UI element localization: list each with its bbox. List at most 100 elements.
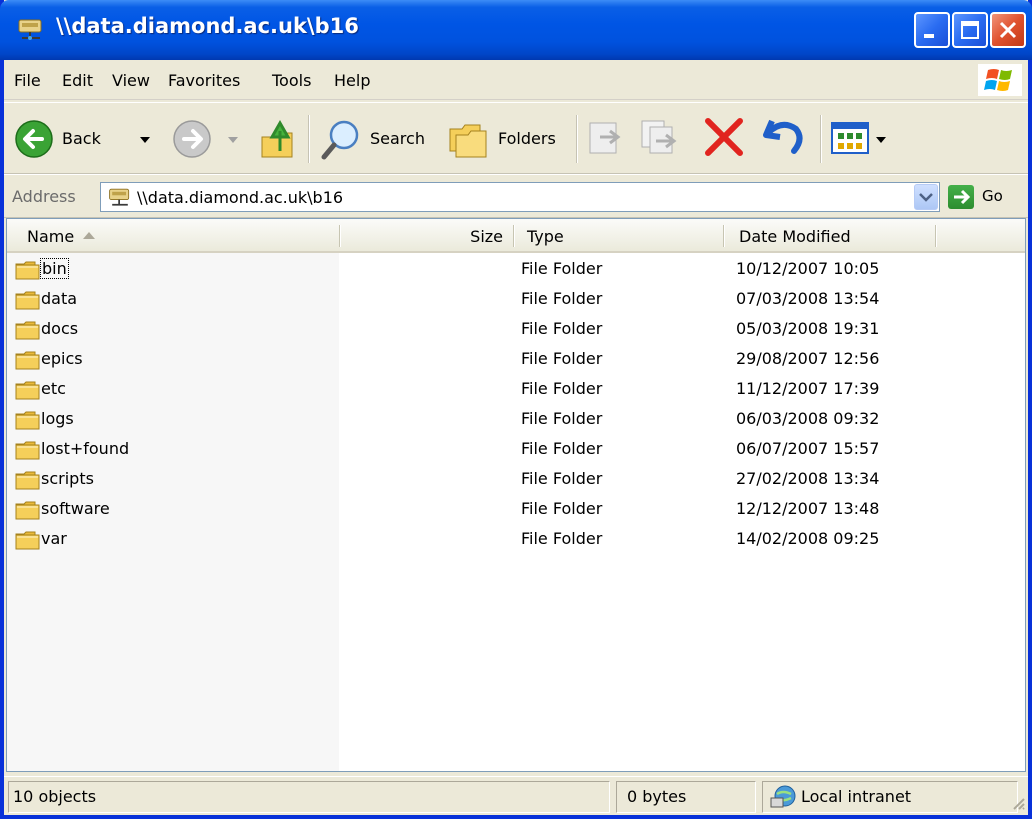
network-drive-icon bbox=[18, 19, 42, 40]
file-list[interactable]: Name Size Type Date Modified bin File Fol… bbox=[6, 218, 1026, 772]
folder-icon bbox=[15, 350, 41, 370]
file-name[interactable]: bin bbox=[40, 258, 69, 279]
network-drive-icon bbox=[109, 188, 130, 206]
file-date-modified: 06/07/2007 15:57 bbox=[736, 439, 880, 458]
file-date-modified: 12/12/2007 13:48 bbox=[736, 499, 880, 518]
go-label[interactable]: Go bbox=[982, 187, 1003, 205]
menu-help[interactable]: Help bbox=[334, 71, 370, 90]
table-row[interactable]: software File Folder 12/12/2007 13:48 bbox=[7, 495, 1025, 525]
column-date-label: Date Modified bbox=[739, 227, 851, 246]
column-header-name[interactable]: Name bbox=[7, 219, 339, 253]
menu-view[interactable]: View bbox=[112, 71, 150, 90]
folders-button[interactable]: Folders bbox=[446, 113, 570, 165]
close-button[interactable] bbox=[990, 12, 1026, 48]
file-name[interactable]: data bbox=[41, 289, 77, 308]
search-icon bbox=[321, 120, 359, 160]
column-header-type[interactable]: Type bbox=[515, 219, 723, 253]
windows-logo-icon bbox=[978, 64, 1022, 96]
resize-grip-icon[interactable] bbox=[1010, 795, 1026, 811]
file-type: File Folder bbox=[521, 349, 603, 368]
address-value: \\data.diamond.ac.uk\b16 bbox=[137, 188, 344, 207]
copy-to-button[interactable] bbox=[638, 115, 684, 163]
file-type: File Folder bbox=[521, 529, 603, 548]
file-date-modified: 05/03/2008 19:31 bbox=[736, 319, 880, 338]
address-label: Address bbox=[12, 187, 76, 206]
window-title: \\data.diamond.ac.uk\b16 bbox=[56, 14, 359, 38]
table-row[interactable]: docs File Folder 05/03/2008 19:31 bbox=[7, 315, 1025, 345]
folder-icon bbox=[15, 410, 41, 430]
file-date-modified: 10/12/2007 10:05 bbox=[736, 259, 880, 278]
file-name[interactable]: software bbox=[41, 499, 110, 518]
undo-button[interactable] bbox=[758, 113, 810, 163]
maximize-button[interactable] bbox=[952, 12, 988, 48]
table-row[interactable]: epics File Folder 29/08/2007 12:56 bbox=[7, 345, 1025, 375]
table-row[interactable]: etc File Folder 11/12/2007 17:39 bbox=[7, 375, 1025, 405]
file-type: File Folder bbox=[521, 499, 603, 518]
views-button[interactable] bbox=[830, 117, 894, 161]
status-bar: 10 objects 0 bytes Local intranet bbox=[4, 776, 1028, 815]
address-dropdown-button[interactable] bbox=[914, 184, 938, 210]
views-icon bbox=[831, 122, 886, 154]
local-intranet-icon bbox=[770, 785, 796, 808]
folders-label: Folders bbox=[498, 129, 556, 148]
folder-icon bbox=[15, 470, 41, 490]
column-header-date[interactable]: Date Modified bbox=[725, 219, 935, 253]
file-name[interactable]: docs bbox=[41, 319, 78, 338]
menu-bar: File Edit View Favorites Tools Help bbox=[4, 60, 1028, 100]
file-name[interactable]: lost+found bbox=[41, 439, 129, 458]
folder-icon bbox=[15, 440, 41, 460]
file-date-modified: 14/02/2008 09:25 bbox=[736, 529, 880, 548]
file-type: File Folder bbox=[521, 259, 603, 278]
menu-edit[interactable]: Edit bbox=[62, 71, 93, 90]
folder-icon bbox=[15, 380, 41, 400]
search-button[interactable]: Search bbox=[318, 113, 438, 165]
file-name[interactable]: etc bbox=[41, 379, 66, 398]
file-name[interactable]: epics bbox=[41, 349, 83, 368]
back-arrow-icon bbox=[15, 120, 53, 158]
minimize-icon bbox=[924, 34, 934, 38]
file-name[interactable]: logs bbox=[41, 409, 74, 428]
table-row[interactable]: var File Folder 14/02/2008 09:25 bbox=[7, 525, 1025, 555]
standard-toolbar: Back Search Folders bbox=[4, 102, 1028, 174]
close-icon bbox=[999, 21, 1017, 39]
move-to-icon bbox=[589, 122, 621, 154]
delete-button[interactable] bbox=[698, 113, 750, 163]
table-row[interactable]: logs File Folder 06/03/2008 09:32 bbox=[7, 405, 1025, 435]
menu-favorites[interactable]: Favorites bbox=[168, 71, 240, 90]
file-date-modified: 06/03/2008 09:32 bbox=[736, 409, 880, 428]
file-name[interactable]: scripts bbox=[41, 469, 94, 488]
column-header: Name Size Type Date Modified bbox=[7, 219, 1025, 253]
file-type: File Folder bbox=[521, 319, 603, 338]
column-header-size[interactable]: Size bbox=[341, 219, 513, 253]
file-type: File Folder bbox=[521, 409, 603, 428]
status-objects: 10 objects bbox=[13, 787, 97, 806]
address-input[interactable]: \\data.diamond.ac.uk\b16 bbox=[100, 182, 940, 212]
copy-to-icon bbox=[641, 120, 677, 154]
status-size-panel: 0 bytes bbox=[616, 781, 756, 813]
up-folder-icon bbox=[261, 119, 293, 158]
menu-file[interactable]: File bbox=[14, 71, 41, 90]
up-folder-button[interactable] bbox=[256, 113, 302, 165]
go-button[interactable] bbox=[948, 185, 974, 209]
folder-icon bbox=[15, 530, 41, 550]
table-row[interactable]: scripts File Folder 27/02/2008 13:34 bbox=[7, 465, 1025, 495]
move-to-button[interactable] bbox=[584, 115, 630, 163]
chevron-down-icon bbox=[140, 137, 150, 143]
file-name[interactable]: var bbox=[41, 529, 67, 548]
title-bar[interactable]: \\data.diamond.ac.uk\b16 bbox=[0, 0, 1032, 60]
table-row[interactable]: lost+found File Folder 06/07/2007 15:57 bbox=[7, 435, 1025, 465]
folder-icon bbox=[15, 320, 41, 340]
status-size: 0 bytes bbox=[627, 787, 687, 806]
folder-icon bbox=[15, 500, 41, 520]
folders-icon bbox=[449, 124, 487, 158]
table-row[interactable]: bin File Folder 10/12/2007 10:05 bbox=[7, 255, 1025, 285]
forward-button[interactable] bbox=[170, 113, 250, 165]
undo-icon bbox=[763, 119, 803, 154]
back-button[interactable]: Back bbox=[12, 113, 162, 165]
file-type: File Folder bbox=[521, 439, 603, 458]
menu-tools[interactable]: Tools bbox=[272, 71, 311, 90]
column-size-label: Size bbox=[470, 227, 503, 246]
folder-icon bbox=[15, 290, 41, 310]
table-row[interactable]: data File Folder 07/03/2008 13:54 bbox=[7, 285, 1025, 315]
minimize-button[interactable] bbox=[914, 12, 950, 48]
